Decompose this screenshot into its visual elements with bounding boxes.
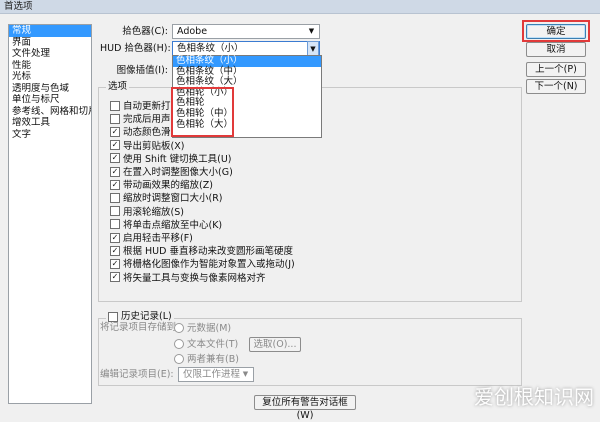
edit-log-value: 仅限工作进程 [183,369,241,380]
checkmark-icon[interactable]: ✓ [110,166,120,177]
sidebar-item[interactable]: 单位与标尺 [9,94,91,106]
radio-label: 两者兼有(B) [187,354,239,365]
checkmark-icon[interactable]: ✓ [110,272,120,283]
option-checkbox[interactable]: ✓ 将栅格化图像作为智能对象置入或拖动(J) [110,258,295,271]
checkbox-empty-icon[interactable] [110,100,120,111]
window-title: 首选项 [4,1,33,12]
option-checkbox[interactable]: ✓ 使用 Shift 键切换工具(U) [110,153,232,166]
sidebar-item[interactable]: 常规 [9,25,91,37]
option-label: 在置入时调整图像大小(G) [123,167,233,178]
next-button[interactable]: 下一个(N) [526,79,586,94]
option-label: 将矢量工具与变换与像素网格对齐 [123,272,266,284]
option-checkbox[interactable]: ✓ 启用轻击平移(F) [110,232,193,245]
option-checkbox[interactable]: 将单击点缩放至中心(K) [110,219,222,232]
sidebar-item[interactable]: 文字 [9,129,91,141]
options-legend: 选项 [106,81,130,93]
highlight-frame [171,87,234,137]
hud-picker-value: 色相条纹（小） [177,43,244,54]
edit-log-label: 编辑记录项目(E): [100,369,174,380]
checkmark-icon[interactable]: ✓ [110,140,120,151]
dropdown-option[interactable]: 色相条纹（小） [173,55,321,67]
option-checkbox[interactable]: 完成后用声音 [110,113,180,126]
hud-picker-label: HUD 拾色器(H): [100,43,171,54]
option-label: 将栅格化图像作为智能对象置入或拖动(J) [123,259,295,271]
checkmark-icon[interactable]: ✓ [110,153,120,164]
checkbox-empty-icon[interactable] [110,113,120,124]
radio-both[interactable]: 两者兼有(B) [174,353,239,366]
chevron-down-icon: ▼ [308,27,315,35]
checkbox-empty-icon[interactable] [110,206,120,217]
option-checkbox[interactable]: ✓ 将矢量工具与变换与像素网格对齐 [110,272,266,285]
title-bar: 首选项 [0,0,600,14]
radio-textfile[interactable]: 文本文件(T) [174,338,238,351]
option-label: 带动画效果的缩放(Z) [123,180,213,192]
cancel-button[interactable]: 取消 [526,42,586,57]
option-label: 缩放时调整窗口大小(R) [123,193,223,205]
category-list[interactable]: 常规 界面 文件处理 性能 光标 透明度与色域 单位与标尺 参考线、网格和切片 增效工具 文字 [8,24,92,404]
watermark: 爱创根知识网 [474,385,594,409]
option-checkbox[interactable]: 缩放时调整窗口大小(R) [110,192,223,205]
radio-metadata[interactable]: 元数据(M) [174,322,231,335]
interpolation-label: 图像插值(I): [116,65,168,76]
checkmark-icon[interactable]: ✓ [110,179,120,190]
sidebar-item[interactable]: 透明度与色域 [9,83,91,95]
hud-picker-select[interactable]: 色相条纹（小） ▼ [172,41,320,56]
option-label: 将单击点缩放至中心(K) [123,219,223,231]
checkmark-icon[interactable]: ✓ [110,258,120,269]
choose-button[interactable]: 选取(O)... [249,337,301,352]
radio-label: 元数据(M) [187,323,232,334]
option-label: 使用 Shift 键切换工具(U) [123,153,232,165]
color-picker-label: 拾色器(C): [122,26,168,37]
radio-label: 文本文件(T) [187,339,239,350]
save-to-label: 将记录项目存储到: [100,322,180,333]
checkmark-icon[interactable]: ✓ [110,245,120,256]
radio-icon [174,322,184,333]
option-label: 导出剪贴板(X) [123,140,185,152]
sidebar-item[interactable]: 文件处理 [9,48,91,60]
color-picker-select[interactable]: Adobe ▼ [172,24,320,39]
option-checkbox[interactable]: ✓ 带动画效果的缩放(Z) [110,179,213,192]
checkmark-icon[interactable]: ✓ [110,126,120,137]
option-checkbox[interactable]: 用滚轮缩放(S) [110,206,184,219]
radio-icon [174,338,184,349]
option-label: 用滚轮缩放(S) [123,206,184,218]
sidebar-item[interactable]: 性能 [9,60,91,72]
highlight-frame [522,20,590,42]
chevron-down-icon: ▼ [307,41,319,56]
checkbox-empty-icon[interactable] [110,219,120,230]
sidebar-item[interactable]: 光标 [9,71,91,83]
radio-icon [174,353,184,364]
option-label: 启用轻击平移(F) [123,233,193,244]
option-checkbox[interactable]: ✓ 在置入时调整图像大小(G) [110,166,233,179]
sidebar-item[interactable]: 参考线、网格和切片 [9,106,91,118]
checkbox-empty-icon[interactable] [110,192,120,203]
sidebar-item[interactable]: 界面 [9,37,91,49]
sidebar-item[interactable]: 增效工具 [9,117,91,129]
reset-warnings-button[interactable]: 复位所有警告对话框(W) [254,395,356,421]
option-label: 根据 HUD 垂直移动来改变圆形画笔硬度 [123,246,293,258]
option-checkbox[interactable]: ✓ 导出剪贴板(X) [110,140,184,153]
checkmark-icon[interactable]: ✓ [110,232,120,243]
option-checkbox[interactable]: ✓ 根据 HUD 垂直移动来改变圆形画笔硬度 [110,245,293,258]
prev-button[interactable]: 上一个(P) [526,62,586,77]
edit-log-select[interactable]: 仅限工作进程 ▼ [178,367,254,382]
chevron-down-icon: ▼ [242,370,249,378]
color-picker-value: Adobe [177,26,208,37]
